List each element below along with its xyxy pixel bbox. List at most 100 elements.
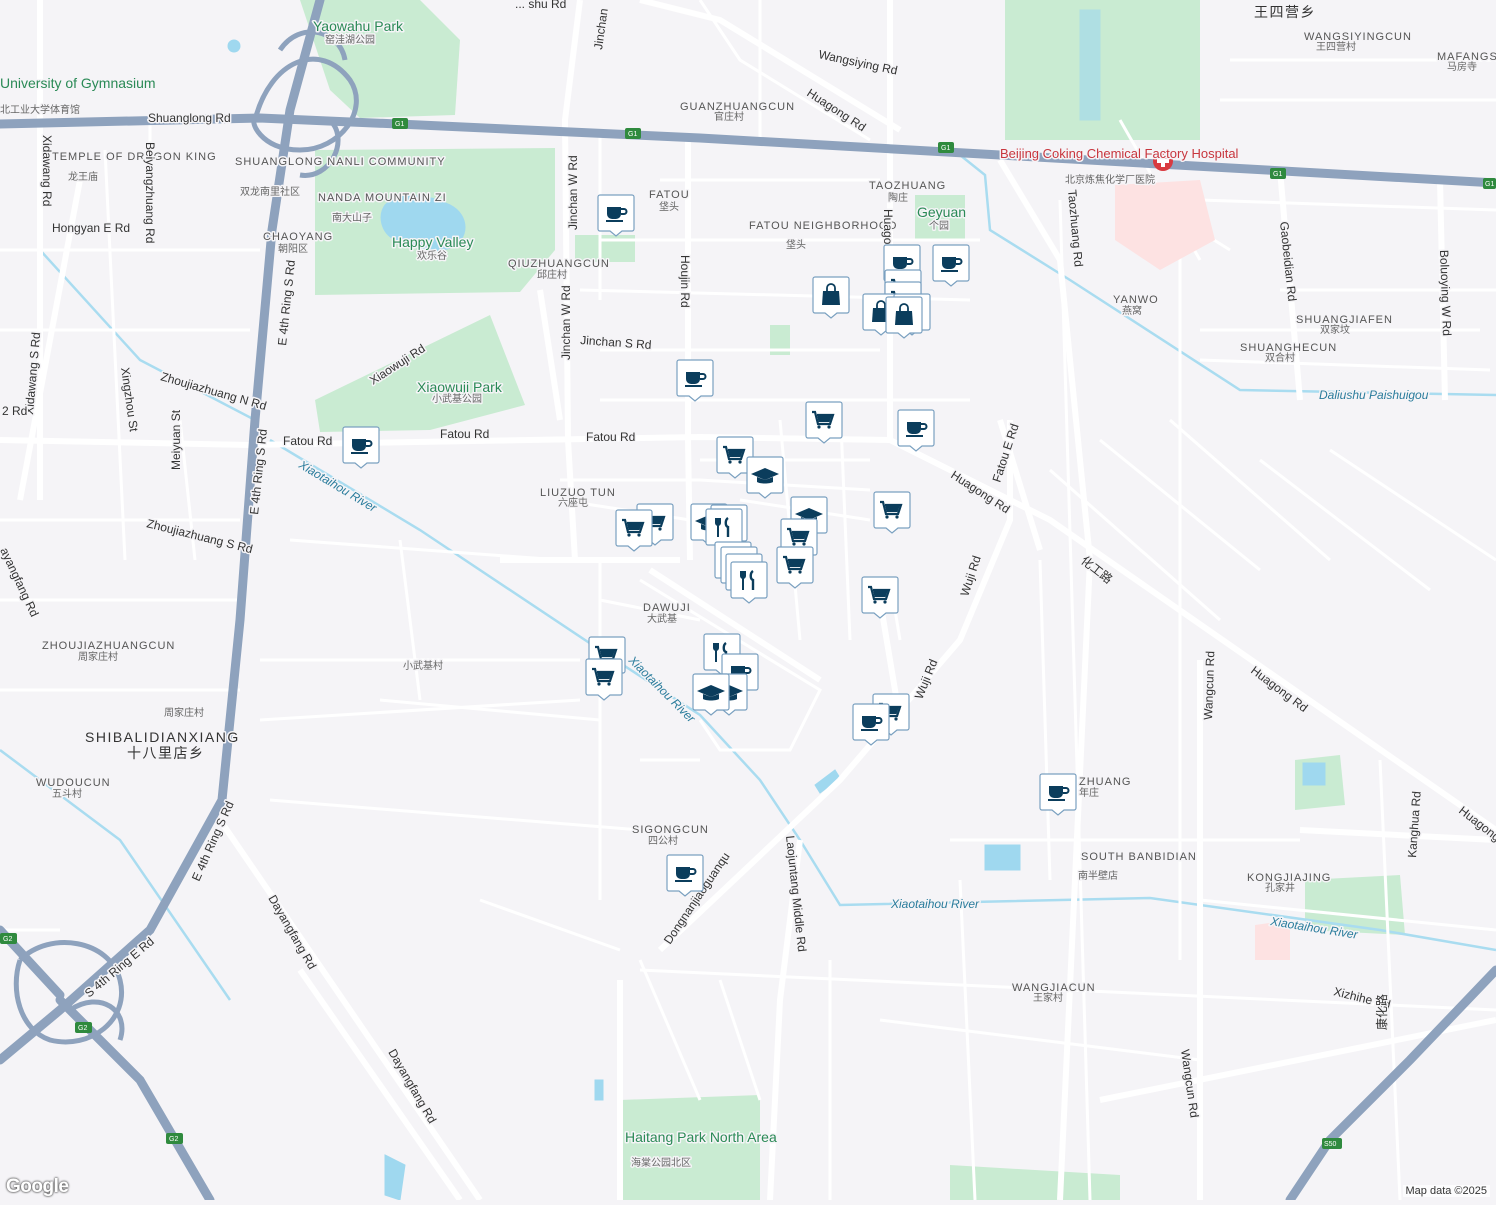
place-zh: 窑洼湖公园 bbox=[325, 33, 375, 46]
shop-icon bbox=[615, 508, 653, 552]
shop-marker[interactable] bbox=[861, 575, 899, 619]
bag-marker[interactable] bbox=[812, 275, 850, 319]
cafe-marker[interactable] bbox=[1039, 772, 1077, 816]
place-en: SHUANGLONG NANLI COMMUNITY bbox=[235, 156, 446, 168]
place-zh: 个园 bbox=[929, 220, 949, 232]
place-zh: 双合村 bbox=[1265, 351, 1295, 364]
place-zh: 南半壁店 bbox=[1078, 869, 1118, 882]
shop-marker[interactable] bbox=[776, 545, 814, 589]
place-zh: 王四营乡 bbox=[1254, 4, 1316, 20]
cafe-marker[interactable] bbox=[666, 853, 704, 897]
place-en: Geyuan bbox=[917, 204, 966, 220]
shield-label: G1 bbox=[941, 145, 950, 152]
place-en: ZHUANG bbox=[1079, 776, 1131, 788]
cafe-icon bbox=[852, 702, 890, 746]
cafe-icon bbox=[597, 193, 635, 237]
place-en: TAOZHUANG bbox=[869, 180, 946, 192]
shop-marker[interactable] bbox=[805, 400, 843, 444]
place-en: YANWO bbox=[1113, 294, 1159, 306]
school-icon bbox=[746, 455, 784, 499]
place-zh: 王四营村 bbox=[1316, 40, 1356, 53]
road-label: Hongyan E Rd bbox=[52, 221, 130, 235]
road-label: Wangcun Rd bbox=[1201, 651, 1217, 720]
place-en: NANDA MOUNTAIN ZI bbox=[318, 192, 447, 204]
shield-label: S50 bbox=[1324, 1141, 1337, 1148]
road-label: ... shu Rd bbox=[515, 0, 566, 11]
shop-icon bbox=[776, 545, 814, 589]
place-zh: 燕窝 bbox=[1122, 304, 1142, 317]
place-zh: 朝阳区 bbox=[278, 243, 308, 255]
place-en: QIUZHUANGCUN bbox=[508, 258, 610, 270]
road-label: Fatou Rd bbox=[586, 430, 635, 444]
place-zh: 双龙南里社区 bbox=[240, 185, 300, 198]
road-label: 康化路 bbox=[1374, 994, 1389, 1030]
place-zh: 六座屯 bbox=[558, 496, 588, 509]
place-zh: 陶庄 bbox=[888, 191, 908, 204]
place-en: CHAOYANG bbox=[263, 231, 333, 243]
school-marker[interactable] bbox=[746, 455, 784, 499]
bag-marker[interactable] bbox=[885, 295, 923, 339]
shop-marker[interactable] bbox=[615, 508, 653, 552]
place-zh: 小武基公园 bbox=[432, 392, 482, 405]
place-en: ZHOUJIAZHUANGCUN bbox=[42, 640, 175, 652]
place-zh: 龙王庙 bbox=[68, 170, 98, 183]
shop-marker[interactable] bbox=[873, 490, 911, 534]
shield-label: G2 bbox=[78, 1025, 87, 1032]
place-en: Beijing Coking Chemical Factory Hospital bbox=[1000, 146, 1239, 161]
shield-label: G1 bbox=[628, 131, 637, 138]
shop-marker[interactable] bbox=[585, 657, 623, 701]
bag-icon bbox=[812, 275, 850, 319]
cafe-marker[interactable] bbox=[676, 358, 714, 402]
place-zh: 四公村 bbox=[648, 834, 678, 847]
place-zh: 孔家井 bbox=[1265, 881, 1295, 894]
road-label: Meiyuan St bbox=[169, 409, 183, 470]
place-en: FATOU NEIGHBORHOOD bbox=[749, 220, 897, 232]
cafe-marker[interactable] bbox=[597, 193, 635, 237]
place-en: Haitang Park North Area bbox=[625, 1129, 777, 1145]
place-zh: 周家庄村 bbox=[164, 706, 204, 719]
river-label: Xiaotaihou River bbox=[890, 897, 980, 911]
shop-icon bbox=[805, 400, 843, 444]
place-zh: 北工业大学体育馆 bbox=[0, 103, 80, 116]
map-attribution[interactable]: Map data ©2025 bbox=[1403, 1185, 1491, 1197]
place-en: SIGONGCUN bbox=[632, 824, 709, 836]
place-zh: 邱庄村 bbox=[537, 268, 567, 281]
place-en: WUDOUCUN bbox=[36, 777, 111, 789]
road-label: Fatou Rd bbox=[283, 434, 332, 448]
place-zh: 北京炼焦化学厂医院 bbox=[1065, 173, 1155, 186]
place-en: FATOU bbox=[649, 189, 690, 201]
shield-label: G1 bbox=[1485, 181, 1494, 188]
place-en: Happy Valley bbox=[392, 234, 473, 250]
road-label: Fatou Rd bbox=[440, 427, 489, 441]
road-label: Houjin Rd bbox=[678, 255, 692, 308]
place-en: SHIBALIDIANXIANG bbox=[85, 729, 240, 745]
cafe-marker[interactable] bbox=[852, 702, 890, 746]
place-zh: 五斗村 bbox=[52, 787, 82, 800]
shield-label: G1 bbox=[395, 121, 404, 128]
road-label: 2 Rd bbox=[2, 404, 27, 418]
google-logo[interactable]: Google bbox=[6, 1176, 68, 1198]
shop-icon bbox=[585, 657, 623, 701]
place-zh: 海棠公园北区 bbox=[631, 1156, 691, 1169]
place-zh: 欢乐谷 bbox=[417, 249, 447, 262]
place-zh: 周家庄村 bbox=[78, 650, 118, 663]
food-icon bbox=[730, 560, 768, 604]
shield-label: G2 bbox=[3, 936, 12, 943]
place-zh: 垡头 bbox=[786, 238, 806, 251]
place-zh: 王家村 bbox=[1033, 991, 1063, 1004]
bag-icon bbox=[885, 295, 923, 339]
cafe-marker[interactable] bbox=[897, 408, 935, 452]
food-marker[interactable] bbox=[730, 560, 768, 604]
cafe-marker[interactable] bbox=[342, 425, 380, 469]
place-en: DAWUJI bbox=[643, 602, 691, 614]
place-zh: 马房寺 bbox=[1447, 60, 1477, 73]
shop-icon bbox=[861, 575, 899, 619]
road-label: Jinchan W Rd bbox=[566, 155, 580, 230]
place-zh: 垡头 bbox=[659, 200, 679, 213]
road-label: Huago bbox=[881, 209, 895, 245]
school-marker[interactable] bbox=[692, 672, 730, 716]
place-en: TEMPLE OF DRAGON KING bbox=[52, 151, 217, 163]
road-label: Xidawang Rd bbox=[40, 135, 54, 206]
cafe-marker[interactable] bbox=[932, 243, 970, 287]
place-zh: 大武基 bbox=[647, 612, 677, 625]
